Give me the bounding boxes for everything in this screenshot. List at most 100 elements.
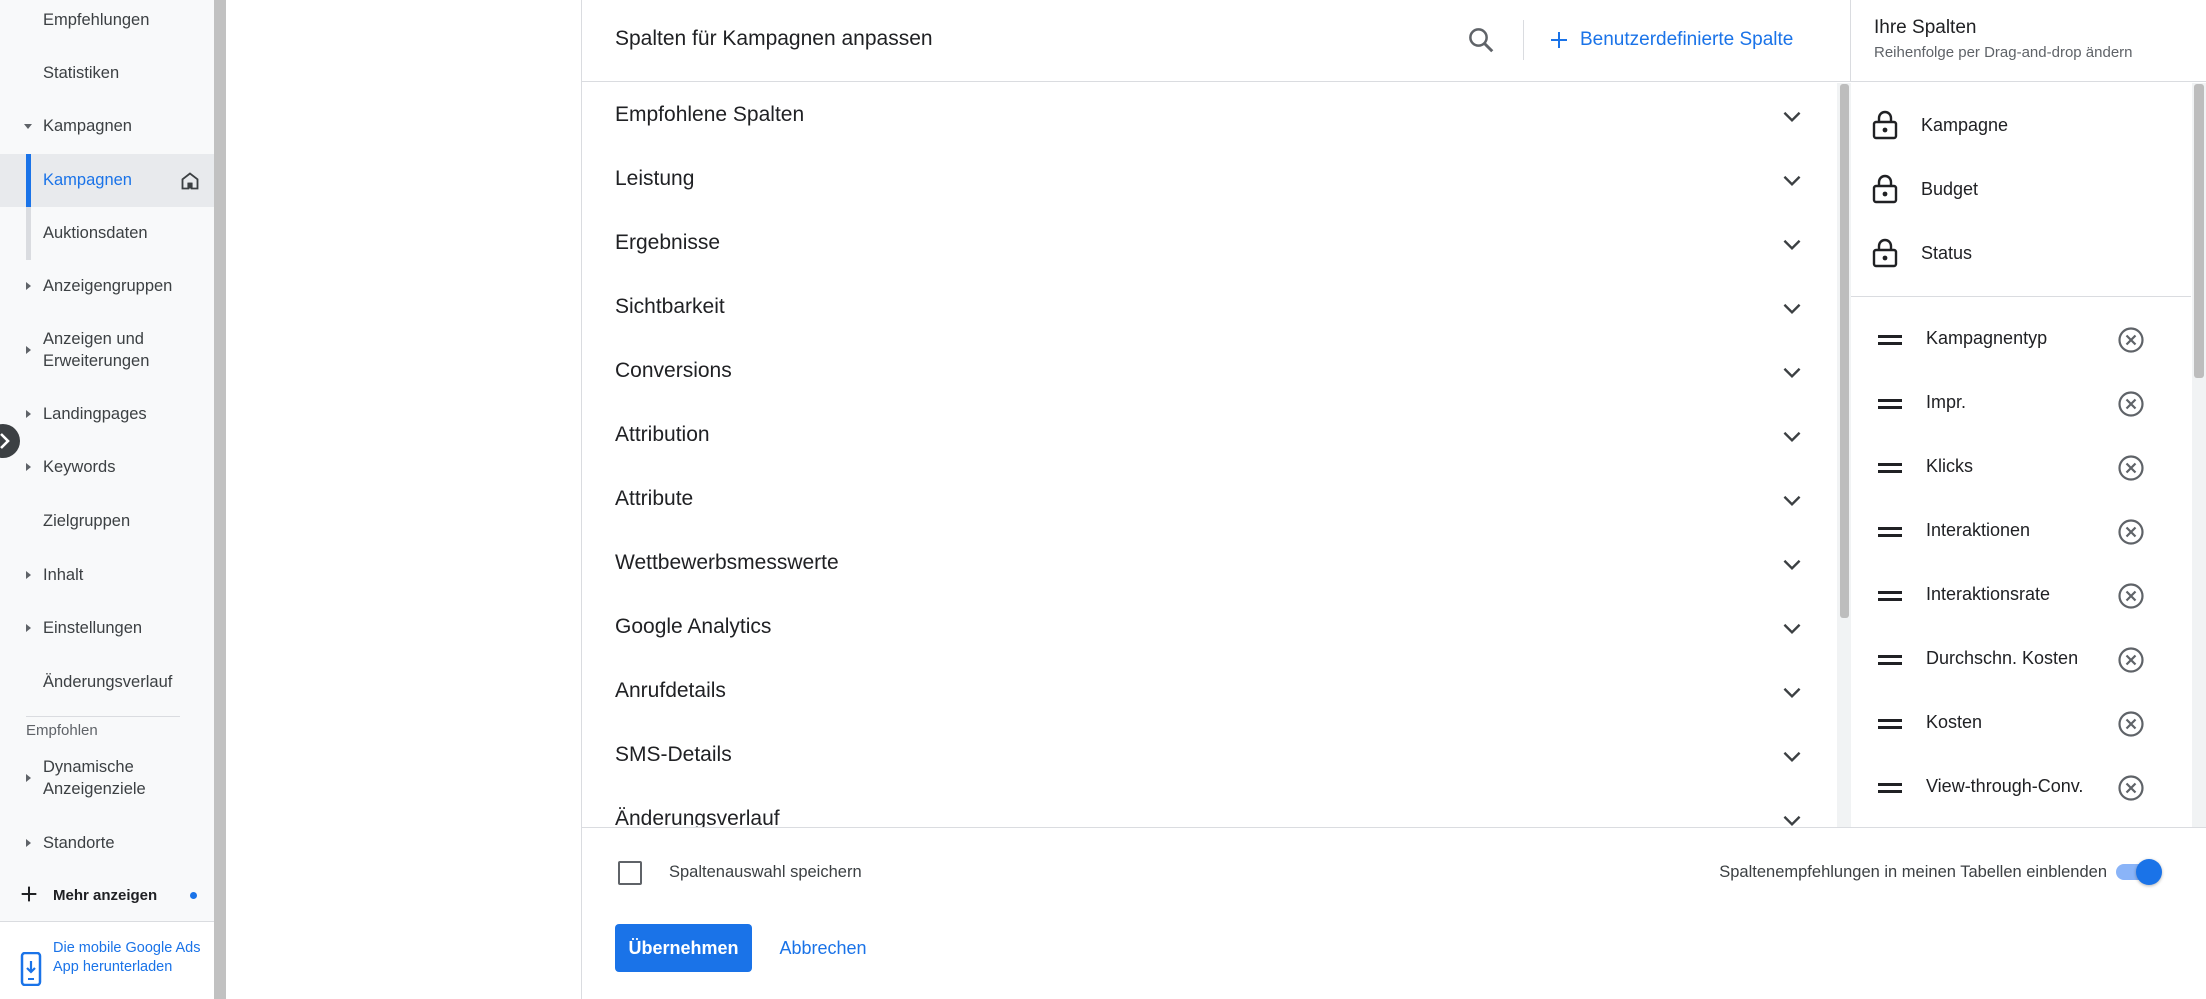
nav-item-statistiken[interactable]: Statistiken [0,59,214,87]
recommendations-toggle[interactable] [2114,858,2162,886]
your-columns-scrollbar-thumb[interactable] [2194,84,2204,378]
nav-item-label: Statistiken [43,64,120,82]
more-button[interactable]: Mehr anzeigen [0,880,214,910]
category-label: Conversions [615,359,732,382]
nav-item-einstellungen[interactable]: Einstellungen [0,614,214,642]
locked-column-row: Status [1851,221,2191,285]
category-row[interactable]: Sichtbarkeit [582,275,1837,339]
nav-item-anzeigengruppen[interactable]: Anzeigengruppen [0,272,214,300]
category-row[interactable]: Ergebnisse [582,211,1837,275]
selected-column-label: Interaktionsrate [1926,584,2051,604]
plus-icon [21,886,37,902]
category-row[interactable]: Conversions [582,339,1837,403]
nav-item-standorte[interactable]: Standorte [0,829,214,857]
category-row[interactable]: Empfohlene Spalten [582,83,1837,147]
apply-button[interactable]: Übernehmen [615,924,752,972]
category-row[interactable]: Änderungsverlauf [582,787,1837,827]
nav-item-label: Zielgruppen [43,512,131,530]
nav-item-inhalt[interactable]: Inhalt [0,561,214,589]
nav-item-kampagnen[interactable]: Kampagnen [0,154,214,207]
caret-right-icon [24,461,32,473]
nav-item-anzeigen-erweiterungen[interactable]: Anzeigen und Erweiterungen [0,326,214,374]
mobile-app-promo[interactable]: Die mobile Google Ads App herunterladen [0,921,214,999]
caret-right-icon [24,280,32,292]
caret-right-icon [24,344,32,356]
caret-down-icon [24,120,32,132]
header-divider [1523,20,1524,60]
category-row[interactable]: Attribution [582,403,1837,467]
remove-circle-icon[interactable] [2117,326,2145,354]
chevron-down-icon [1783,495,1801,507]
selected-column-row[interactable]: View-through-Conv. [1851,755,2191,819]
selected-column-row[interactable]: Kampagnentyp [1851,307,2191,371]
chevron-down-icon [1783,303,1801,315]
drag-handle-icon[interactable] [1878,333,1902,347]
save-selection-checkbox[interactable] [618,861,642,885]
category-row[interactable]: Wettbewerbsmesswerte [582,531,1837,595]
nav-item-keywords[interactable]: Keywords [0,453,214,481]
drag-handle-icon[interactable] [1878,525,1902,539]
mobile-app-link[interactable]: Die mobile Google Ads App herunterladen [53,939,203,977]
custom-column-button[interactable]: Benutzerdefinierte Spalte [1549,24,1793,56]
nav-scrollbar[interactable] [214,0,226,999]
nav-item-aenderungsverlauf[interactable]: Änderungsverlauf [0,668,214,696]
drag-handle-icon[interactable] [1878,653,1902,667]
nav-item-auktionsdaten[interactable]: Auktionsdaten [0,207,214,260]
selected-column-row[interactable]: Interaktionen [1851,499,2191,563]
category-row[interactable]: Anrufdetails [582,659,1837,723]
remove-circle-icon[interactable] [2117,454,2145,482]
nav-item-kampagnen-group[interactable]: Kampagnen [0,112,214,140]
cancel-button[interactable]: Abbrechen [768,924,878,972]
caret-right-icon [24,772,32,784]
selected-column-row[interactable]: Klicks [1851,435,2191,499]
category-row[interactable]: Google Analytics [582,595,1837,659]
nav-item-empfehlungen[interactable]: Empfehlungen [0,6,214,34]
drag-handle-icon[interactable] [1878,781,1902,795]
category-label: Anrufdetails [615,679,726,702]
search-icon[interactable] [1466,25,1496,55]
nav-item-dynamische-anzeigenziele[interactable]: Dynamische Anzeigenziele [0,754,214,802]
panel-header: Spalten für Kampagnen anpassen Benutzerd… [582,0,1851,82]
selected-column-row[interactable]: Kosten [1851,691,2191,755]
category-row[interactable]: Attribute [582,467,1837,531]
nav-item-label: Auktionsdaten [43,224,148,242]
category-row[interactable]: SMS-Details [582,723,1837,787]
locked-divider [1851,296,2191,297]
chevron-down-icon [1783,623,1801,635]
chevron-down-icon [1783,815,1801,827]
remove-circle-icon[interactable] [2117,390,2145,418]
nav-item-label: Empfehlungen [43,11,150,29]
nav-item-label: Einstellungen [43,619,143,637]
left-navigation: Empfehlungen Statistiken Kampagnen Kampa… [0,0,214,999]
nav-item-zielgruppen[interactable]: Zielgruppen [0,507,214,535]
category-label: SMS-Details [615,743,732,766]
chevron-down-icon [1783,367,1801,379]
category-list: Empfohlene Spalten Leistung Ergebnisse S… [582,83,1837,827]
chevron-down-icon [1783,111,1801,123]
drag-handle-icon[interactable] [1878,717,1902,731]
locked-column-label: Budget [1921,179,1979,199]
column-customizer-panel: Spalten für Kampagnen anpassen Benutzerd… [581,0,2206,999]
nav-divider [26,716,180,717]
drag-handle-icon[interactable] [1878,461,1902,475]
nav-item-label: Keywords [43,458,116,476]
remove-circle-icon[interactable] [2117,518,2145,546]
nav-section-label: Empfohlen [26,722,98,739]
locked-column-row: Kampagne [1851,93,2191,157]
category-row[interactable]: Leistung [582,147,1837,211]
caret-right-icon [24,622,32,634]
remove-circle-icon[interactable] [2117,774,2145,802]
remove-circle-icon[interactable] [2117,646,2145,674]
nav-item-label: Kampagnen [43,171,132,189]
remove-circle-icon[interactable] [2117,582,2145,610]
selected-column-row[interactable]: Durchschn. Kosten [1851,627,2191,691]
selected-column-label: Klicks [1926,456,1974,476]
lock-icon [1872,238,1898,268]
nav-item-landingpages[interactable]: Landingpages [0,400,214,428]
category-scrollbar-thumb[interactable] [1840,84,1849,618]
drag-handle-icon[interactable] [1878,589,1902,603]
selected-column-row[interactable]: Interaktionsrate [1851,563,2191,627]
remove-circle-icon[interactable] [2117,710,2145,738]
drag-handle-icon[interactable] [1878,397,1902,411]
selected-column-row[interactable]: Impr. [1851,371,2191,435]
